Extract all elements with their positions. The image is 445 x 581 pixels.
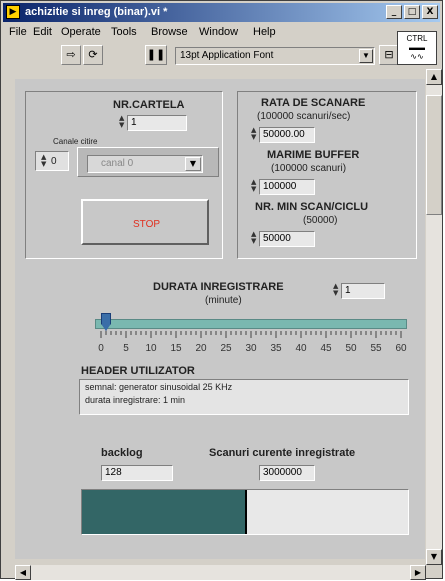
slider-tick-label: 20 (195, 343, 207, 354)
close-button[interactable]: X (422, 5, 438, 19)
nrmin-sub: (50000) (303, 215, 338, 226)
durata-input[interactable]: 1 (341, 283, 385, 299)
scan-progress-bar (81, 489, 409, 535)
channel-index-value[interactable]: 0 (51, 156, 57, 167)
scanuri-label: Scanuri curente inregistrate (209, 447, 356, 459)
nr-cartela-label: NR.CARTELA (113, 99, 185, 111)
nrmin-spinner[interactable]: ▲ ▼ (251, 231, 257, 247)
slider-tick-label: 10 (145, 343, 157, 354)
scanuri-indicator: 3000000 (259, 465, 315, 481)
scroll-down-icon[interactable]: ▼ (426, 549, 442, 565)
scroll-up-icon[interactable]: ▲ (426, 69, 442, 85)
menu-file[interactable]: File (9, 26, 27, 38)
menu-window[interactable]: Window (199, 26, 238, 38)
marime-sub: (100000 scanuri) (271, 163, 347, 174)
font-selector[interactable]: 13pt Application Font ▼ (175, 47, 375, 65)
front-panel: NR.CARTELA ▲ ▼ 1 Canale citire ▲ ▼ 0 canal… (15, 79, 425, 559)
menu-help[interactable]: Help (253, 26, 276, 38)
stop-label: STOP (133, 219, 161, 230)
vertical-scroll-thumb[interactable] (426, 95, 442, 215)
channel-name: canal 0 (101, 158, 134, 169)
durata-spinner[interactable]: ▲ ▼ (333, 283, 339, 299)
run-arrow-icon[interactable]: ⇨ (61, 45, 81, 65)
header-line-2: durata inregistrare: 1 min (85, 395, 186, 405)
slider-tick-label: 50 (345, 343, 357, 354)
maximize-button[interactable]: □ (404, 5, 420, 19)
nr-cartela-spinner[interactable]: ▲ ▼ (119, 115, 125, 131)
slider-tick-label: 35 (270, 343, 282, 354)
backlog-label: backlog (101, 447, 143, 459)
nr-cartela-input[interactable]: 1 (127, 115, 187, 131)
nrmin-label: NR. MIN SCAN/CICLU (255, 201, 369, 213)
rata-spinner[interactable]: ▲ ▼ (251, 127, 257, 143)
scan-progress-fill (82, 490, 247, 534)
chevron-down-icon[interactable]: ▼ (359, 49, 373, 63)
align-objects-icon[interactable]: ⊟ (379, 45, 399, 65)
menu-tools[interactable]: Tools (111, 26, 137, 38)
rata-input[interactable]: 50000.00 (259, 127, 315, 143)
header-line-1: semnal: generator sinusoidal 25 KHz (85, 382, 233, 392)
backlog-indicator: 128 (101, 465, 173, 481)
marime-label: MARIME BUFFER (267, 149, 360, 161)
nrmin-input[interactable]: 50000 (259, 231, 315, 247)
slider-tick-label: 45 (320, 343, 332, 354)
marime-spinner[interactable]: ▲ ▼ (251, 179, 257, 195)
durata-slider-track[interactable] (95, 319, 407, 329)
slider-scale: 0 5 10 15 20 25 30 35 40 45 50 55 60 (98, 331, 407, 354)
rata-label: RATA DE SCANARE (261, 97, 366, 109)
durata-label: DURATA INREGISTRARE (153, 281, 284, 293)
slider-tick-label: 30 (245, 343, 257, 354)
slider-tick-label: 5 (123, 343, 129, 354)
header-utilizator-label: HEADER UTILIZATOR (81, 365, 195, 377)
window-title: achizitie si inreg (binar).vi * (25, 6, 168, 18)
vi-app-icon[interactable]: ▶ (6, 5, 20, 19)
minimize-button[interactable]: _ (386, 5, 402, 19)
canale-citire-label: Canale citire (53, 137, 98, 146)
font-selector-value: 13pt Application Font (180, 50, 274, 61)
slider-tick-label: 15 (170, 343, 182, 354)
rata-sub: (100000 scanuri/sec) (257, 111, 351, 122)
marime-input[interactable]: 100000 (259, 179, 315, 195)
menu-bar: File Edit Operate Tools Browse Window He… (3, 25, 383, 41)
durata-sub: (minute) (205, 295, 242, 306)
labview-window: ▶ achizitie si inreg (binar).vi * _ □ X … (0, 0, 443, 580)
menu-browse[interactable]: Browse (151, 26, 188, 38)
vertical-scrollbar[interactable]: ▲ ▼ (426, 69, 442, 565)
pause-icon[interactable]: ❚❚ (145, 45, 167, 65)
menu-edit[interactable]: Edit (33, 26, 52, 38)
slider-tick-label: 25 (220, 343, 232, 354)
menu-operate[interactable]: Operate (61, 26, 101, 38)
channel-dropdown-icon[interactable]: ▼ (185, 157, 201, 171)
context-help-icon[interactable]: CTRL ▬▬ ∿∿ (397, 31, 437, 65)
scroll-right-icon[interactable]: ▶ (410, 565, 426, 580)
scroll-left-icon[interactable]: ◀ (15, 565, 31, 580)
title-bar[interactable]: ▶ achizitie si inreg (binar).vi * _ □ X (3, 3, 440, 22)
slider-tick-label: 55 (370, 343, 382, 354)
slider-tick-label: 40 (295, 343, 307, 354)
toolbar: ⇨ ⟳ ❚❚ 13pt Application Font ▼ ⊟ (3, 43, 399, 67)
horizontal-scrollbar[interactable]: ◀ ▶ (15, 565, 426, 580)
channel-index-spinner[interactable]: ▲ ▼ (41, 154, 47, 170)
run-continuously-icon[interactable]: ⟳ (83, 45, 103, 65)
slider-tick-label: 60 (395, 343, 407, 354)
slider-tick-label: 0 (98, 343, 104, 354)
